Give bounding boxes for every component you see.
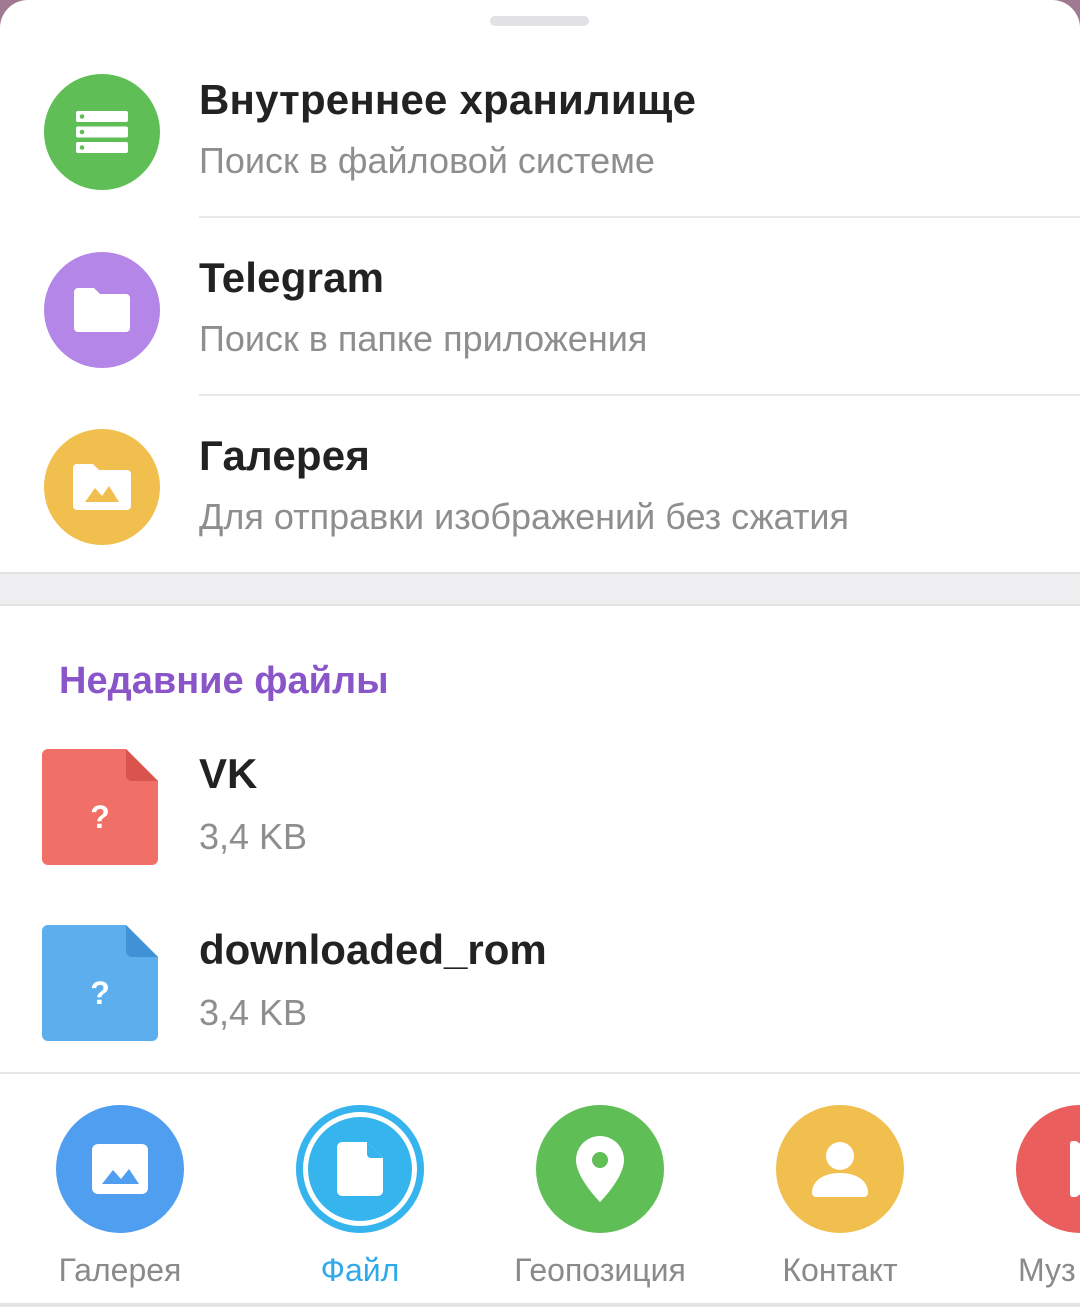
file-name: VK [199, 750, 258, 797]
attach-sheet: Внутреннее хранилище Поиск в файловой си… [0, 0, 1080, 1307]
recent-file-item[interactable]: ? downloaded_rom 3,4 KB [0, 906, 1080, 1082]
file-unknown-icon: ? [42, 925, 158, 1041]
attach-tabbar: Галерея Файл Геопозиция Контакт Муз [0, 1072, 1080, 1307]
storage-icon [44, 74, 160, 190]
contact-icon [776, 1105, 904, 1233]
folder-icon [44, 252, 160, 368]
tab-file[interactable]: Файл [240, 1074, 480, 1307]
location-pin-icon [536, 1105, 664, 1233]
file-size: 3,4 KB [199, 992, 308, 1033]
option-subtitle: Поиск в папке приложения [199, 318, 648, 359]
tab-label: Муз [1018, 1252, 1076, 1288]
tab-label: Контакт [782, 1252, 898, 1288]
file-size: 3,4 KB [199, 816, 308, 857]
file-badge: ? [90, 799, 110, 835]
file-badge: ? [90, 975, 110, 1011]
tab-label: Файл [320, 1252, 400, 1288]
music-icon [1016, 1105, 1080, 1233]
tab-label: Геопозиция [514, 1252, 686, 1288]
option-internal-storage[interactable]: Внутреннее хранилище Поиск в файловой си… [0, 0, 1080, 190]
image-icon [56, 1105, 184, 1233]
tab-contact[interactable]: Контакт [720, 1074, 960, 1307]
section-gap [0, 572, 1080, 606]
option-telegram[interactable]: Telegram Поиск в папке приложения [0, 218, 1080, 396]
tab-label: Галерея [58, 1252, 182, 1288]
tab-music[interactable]: Муз [960, 1074, 1080, 1307]
option-subtitle: Для отправки изображений без сжатия [199, 496, 849, 537]
tab-location[interactable]: Геопозиция [480, 1074, 720, 1307]
option-title: Telegram [199, 254, 385, 301]
recent-files-header: Недавние файлы [59, 660, 389, 702]
recent-file-item[interactable]: ? VK 3,4 KB [0, 730, 1080, 906]
file-icon [296, 1105, 424, 1233]
tab-gallery[interactable]: Галерея [0, 1074, 240, 1307]
file-name: downloaded_rom [199, 926, 547, 973]
option-title: Внутреннее хранилище [199, 76, 697, 123]
option-gallery[interactable]: Галерея Для отправки изображений без сжа… [0, 396, 1080, 574]
bottom-edge [0, 1303, 1080, 1307]
gallery-folder-icon [44, 429, 160, 545]
option-subtitle: Поиск в файловой системе [199, 140, 655, 181]
file-unknown-icon: ? [42, 749, 158, 865]
option-title: Галерея [199, 432, 371, 479]
